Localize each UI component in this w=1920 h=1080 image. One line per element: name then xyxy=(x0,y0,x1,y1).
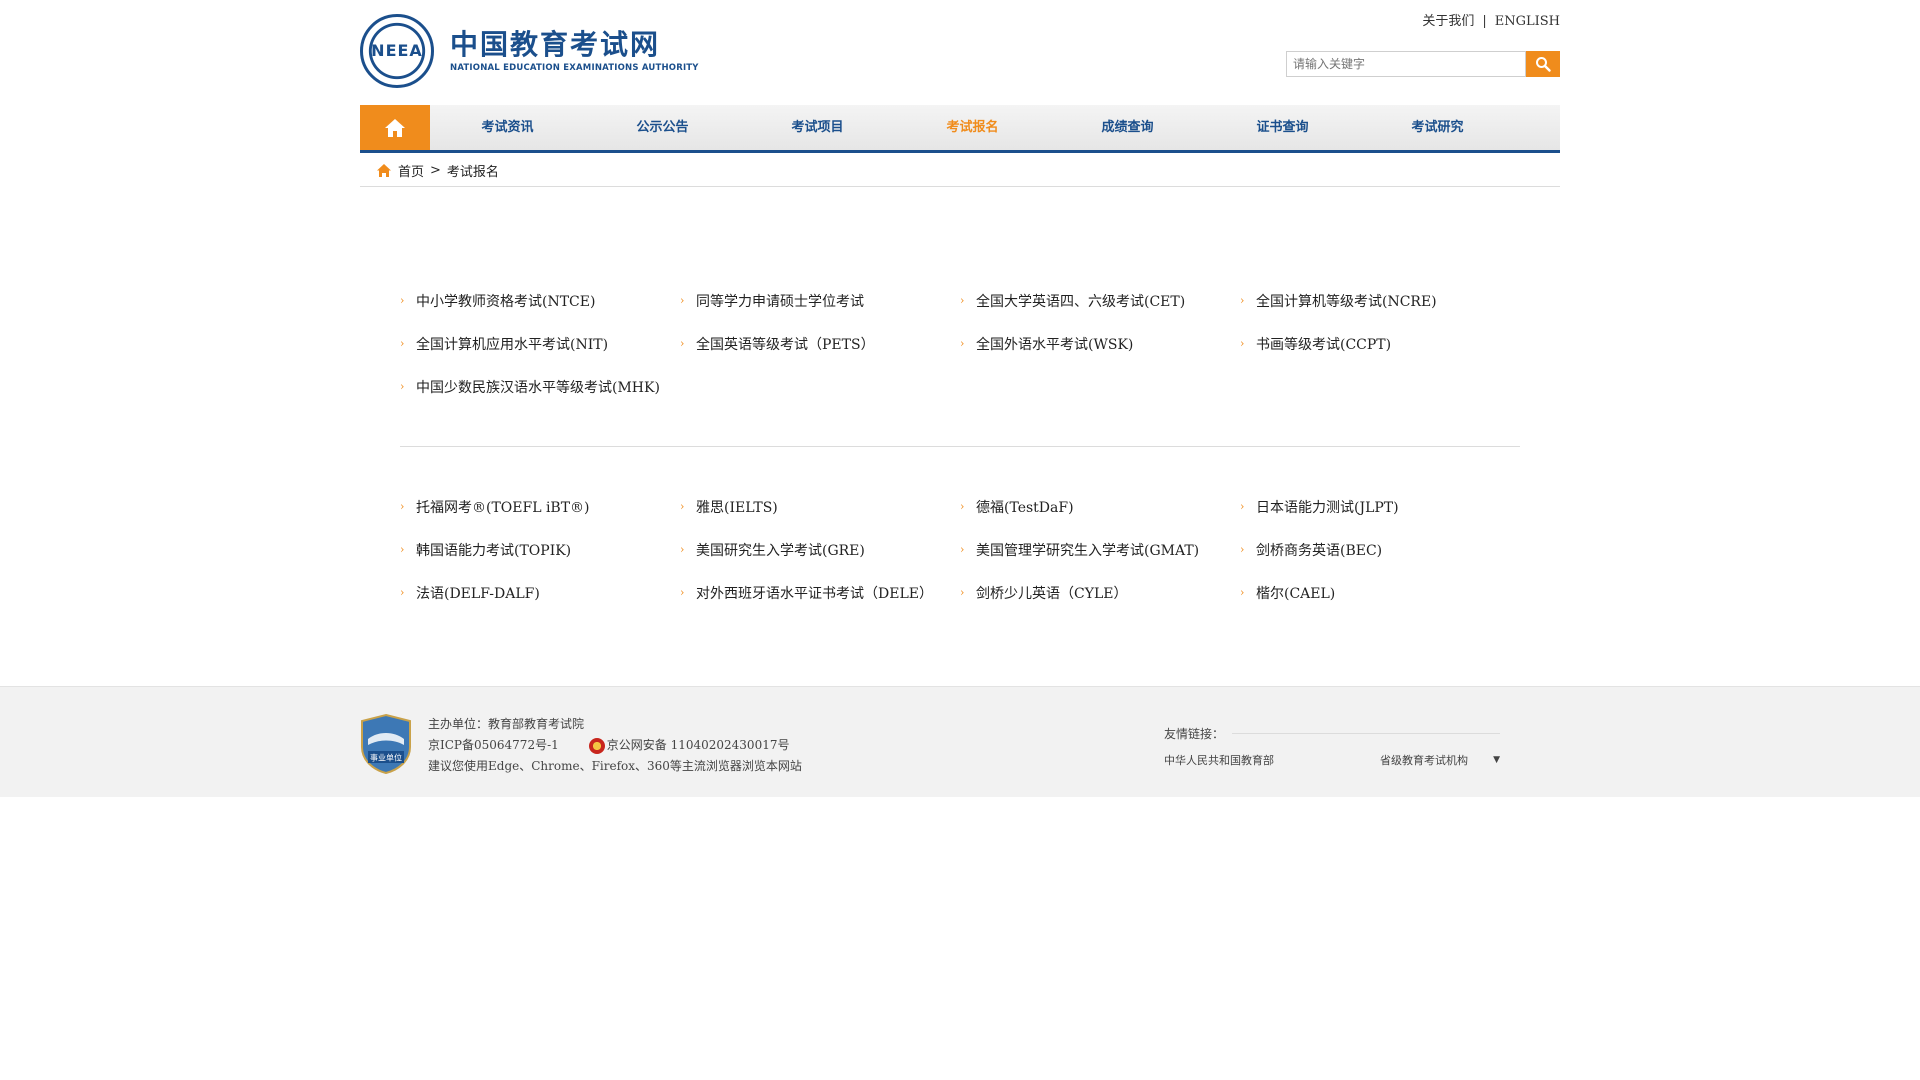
top-links-separator: | xyxy=(1482,14,1487,29)
dropdown-arrow-icon: ▼ xyxy=(1493,755,1500,765)
home-icon xyxy=(385,118,405,137)
chevron-right-icon: › xyxy=(960,500,965,513)
about-us-link[interactable]: 关于我们 xyxy=(1422,14,1474,29)
search-icon xyxy=(1536,57,1551,72)
chevron-right-icon: › xyxy=(960,337,965,350)
exam-link[interactable]: › 对外西班牙语水平证书考试（DELE） xyxy=(680,571,960,614)
shield-icon: 事业单位 xyxy=(361,713,411,775)
section-divider xyxy=(400,446,1520,447)
chevron-right-icon: › xyxy=(400,380,405,393)
chevron-right-icon: › xyxy=(1240,500,1245,513)
site-logo[interactable]: NEEA 中国教育考试网 NATIONAL EDUCATION EXAMINAT… xyxy=(360,14,699,88)
police-badge-icon xyxy=(588,737,605,754)
header: NEEA 中国教育考试网 NATIONAL EDUCATION EXAMINAT… xyxy=(360,0,1560,105)
breadcrumb-home-link[interactable]: 首页 xyxy=(398,161,424,180)
nav-item-exam-registration[interactable]: 考试报名 xyxy=(895,105,1050,150)
neea-emblem-icon: NEEA xyxy=(360,14,434,88)
exam-link[interactable]: › 同等学力申请硕士学位考试 xyxy=(680,279,960,322)
exam-link[interactable]: › 中国少数民族汉语水平等级考试(MHK) xyxy=(400,365,680,408)
nav-item-exam-research[interactable]: 考试研究 xyxy=(1360,105,1515,150)
footer: 事业单位 主办单位：教育部教育考试院 京ICP备05064772号-1 京公网安… xyxy=(0,686,1920,797)
chevron-right-icon: › xyxy=(960,294,965,307)
exam-link[interactable]: › 美国研究生入学考试(GRE) xyxy=(680,528,960,571)
friend-links: 友情链接： 中华人民共和国教育部 省级教育考试机构 ▼ xyxy=(1164,725,1500,768)
exam-link[interactable]: › 书画等级考试(CCPT) xyxy=(1240,322,1520,365)
police-record[interactable]: 京公网安备 11040202430017号 xyxy=(588,735,789,756)
breadcrumb-home-icon xyxy=(377,164,391,177)
exam-link[interactable]: › 全国计算机等级考试(NCRE) xyxy=(1240,279,1520,322)
english-link[interactable]: ENGLISH xyxy=(1495,14,1560,29)
exam-link[interactable]: › 韩国语能力考试(TOPIK) xyxy=(400,528,680,571)
exam-link[interactable]: › 雅思(IELTS) xyxy=(680,485,960,528)
exam-link[interactable]: › 剑桥商务英语(BEC) xyxy=(1240,528,1520,571)
chevron-right-icon: › xyxy=(680,586,685,599)
exam-link[interactable]: › 全国计算机应用水平考试(NIT) xyxy=(400,322,680,365)
chevron-right-icon: › xyxy=(680,337,685,350)
search-input[interactable] xyxy=(1286,51,1526,77)
exam-link[interactable]: › 托福网考®(TOEFL iBT®) xyxy=(400,485,680,528)
nav-item-exam-programs[interactable]: 考试项目 xyxy=(740,105,895,150)
logo-title: 中国教育考试网 xyxy=(450,28,661,61)
exam-link[interactable]: › 德福(TestDaF) xyxy=(960,485,1240,528)
nav-item-announcements[interactable]: 公示公告 xyxy=(585,105,740,150)
ministry-of-education-link[interactable]: 中华人民共和国教育部 xyxy=(1164,752,1274,768)
exam-link[interactable]: › 全国大学英语四、六级考试(CET) xyxy=(960,279,1240,322)
friend-links-divider xyxy=(1232,733,1500,734)
friend-links-title: 友情链接： xyxy=(1164,727,1225,741)
province-exam-select[interactable]: 省级教育考试机构 ▼ xyxy=(1380,752,1500,768)
chevron-right-icon: › xyxy=(1240,543,1245,556)
exam-link[interactable]: › 法语(DELF-DALF) xyxy=(400,571,680,614)
chevron-right-icon: › xyxy=(400,586,405,599)
nav-home-button[interactable] xyxy=(360,105,430,150)
footer-info: 主办单位：教育部教育考试院 京ICP备05064772号-1 京公网安备 110… xyxy=(428,714,802,777)
exam-link[interactable]: › 美国管理学研究生入学考试(GMAT) xyxy=(960,528,1240,571)
chevron-right-icon: › xyxy=(680,543,685,556)
foreign-exam-list: › 托福网考®(TOEFL iBT®) › 雅思(IELTS) › 德福(TestDa… xyxy=(400,485,1520,614)
exam-link[interactable]: › 剑桥少儿英语（CYLE） xyxy=(960,571,1240,614)
public-institution-badge[interactable]: 事业单位 xyxy=(360,713,412,775)
exam-link[interactable]: › 日本语能力测试(JLPT) xyxy=(1240,485,1520,528)
chevron-right-icon: › xyxy=(400,500,405,513)
sponsor-text: 主办单位：教育部教育考试院 xyxy=(428,717,585,731)
search-button[interactable] xyxy=(1526,51,1560,77)
browser-tip: 建议您使用Edge、Chrome、Firefox、360等主流浏览器浏览本网站 xyxy=(428,759,802,773)
chevron-right-icon: › xyxy=(960,543,965,556)
search-bar xyxy=(1286,51,1560,77)
nav-item-score-query[interactable]: 成绩查询 xyxy=(1050,105,1205,150)
chevron-right-icon: › xyxy=(400,337,405,350)
chevron-right-icon: › xyxy=(960,586,965,599)
main-nav: 考试资讯 公示公告 考试项目 考试报名 成绩查询 证书查询 考试研究 xyxy=(360,105,1560,153)
chevron-right-icon: › xyxy=(1240,337,1245,350)
exam-link[interactable]: › 全国外语水平考试(WSK) xyxy=(960,322,1240,365)
chevron-right-icon: › xyxy=(680,500,685,513)
top-links: 关于我们 | ENGLISH xyxy=(1422,10,1560,29)
exam-link[interactable]: › 中小学教师资格考试(NTCE) xyxy=(400,279,680,322)
breadcrumb-current: 考试报名 xyxy=(446,165,499,180)
domestic-exam-list: › 中小学教师资格考试(NTCE) › 同等学力申请硕士学位考试 › 全国大学英语四、… xyxy=(400,279,1520,408)
exam-link[interactable]: › 楷尔(CAEL) xyxy=(1240,571,1520,614)
breadcrumb-separator: > xyxy=(430,163,441,178)
chevron-right-icon: › xyxy=(1240,586,1245,599)
chevron-right-icon: › xyxy=(1240,294,1245,307)
icp-link[interactable]: 京ICP备05064772号-1 xyxy=(428,735,559,756)
chevron-right-icon: › xyxy=(680,294,685,307)
exam-link[interactable]: › 全国英语等级考试（PETS） xyxy=(680,322,960,365)
nav-item-exam-news[interactable]: 考试资讯 xyxy=(430,105,585,150)
chevron-right-icon: › xyxy=(400,294,405,307)
breadcrumb: 首页 > 考试报名 xyxy=(360,155,1560,187)
badge-text: 事业单位 xyxy=(370,753,402,763)
chevron-right-icon: › xyxy=(400,543,405,556)
exam-registration-content: › 中小学教师资格考试(NTCE) › 同等学力申请硕士学位考试 › 全国大学英语四、… xyxy=(360,187,1560,614)
nav-item-certificate-query[interactable]: 证书查询 xyxy=(1205,105,1360,150)
logo-subtitle: NATIONAL EDUCATION EXAMINATIONS AUTHORIT… xyxy=(450,63,699,73)
